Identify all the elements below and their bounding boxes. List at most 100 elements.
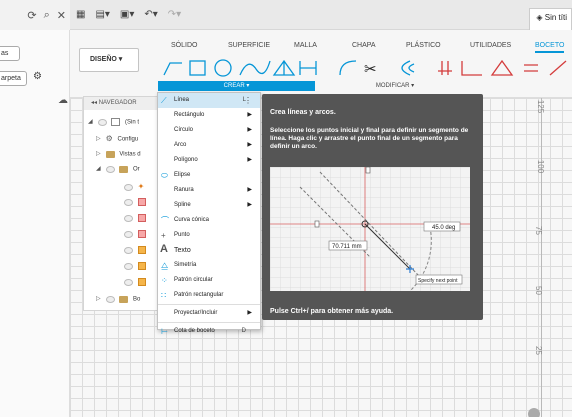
expand-triangle-icon[interactable]: ▷ [96,293,104,305]
origin-plane[interactable] [124,213,149,225]
menu-item-slot[interactable]: Ranura ▶ [158,183,260,198]
line-tool-icon[interactable] [163,62,182,76]
document-tab[interactable]: ◈ Sin títi [529,7,572,30]
menu-item-project-include[interactable]: Proyectar/Incluir ▶ [158,306,260,321]
more-options-icon[interactable]: ⋮ [244,93,252,108]
cloud-icon[interactable]: ☁ [58,95,68,106]
spline-tool-icon[interactable] [239,60,271,76]
origin-axis[interactable] [124,261,149,273]
menu-item-ellipse[interactable]: ⬭ Elipse [158,168,260,183]
menu-item-circular-pattern[interactable]: ⁘ Patrón circular [158,273,260,288]
expand-triangle-icon[interactable]: ▷ [96,148,104,160]
eye-icon[interactable] [124,198,133,206]
browser-item-views[interactable]: ▷ Vistas d [96,148,141,160]
menu-item-label: Texto [174,247,191,254]
menu-item-rectangular-pattern[interactable]: ∷ Patrón rectangular [158,288,260,303]
eye-icon[interactable] [124,278,133,286]
origin-plane[interactable] [124,197,149,209]
collapse-triangle-icon[interactable]: ◢ [88,116,96,128]
eye-icon[interactable] [124,183,133,191]
line-icon: ⟋ [161,96,167,105]
eye-icon[interactable] [97,118,107,126]
axis-icon [137,262,146,271]
application-bar: ▦ ▤▾ ▣▾ ↶▾ ↷▾ ◈ Sin títi [70,0,572,30]
menu-item-circle[interactable]: Círculo ▶ [158,123,260,138]
tab-utilities[interactable]: UTILIDADES [470,42,511,49]
origin-plane[interactable] [124,229,149,241]
menu-item-text[interactable]: A Texto [158,243,260,258]
submenu-arrow-icon: ▶ [247,187,252,193]
rectangular-pattern-icon: ∷ [161,291,167,300]
tab-sheet-metal[interactable]: CHAPA [352,42,376,49]
tab-plastic[interactable]: PLÁSTICO [406,42,441,49]
expand-triangle-icon[interactable]: ▷ [96,133,104,145]
menu-item-point[interactable]: + Punto [158,228,260,243]
browser-item-settings[interactable]: ▷ ⚙ Configu [96,133,138,145]
menu-item-line[interactable]: ⟋ Línea L ⋮ [158,93,260,108]
circle-tool-icon[interactable] [214,59,232,77]
menu-item-sketch-dimension[interactable]: ⊢ Cota de boceto D [158,324,260,339]
design-workspace-button[interactable]: DISEÑO ▾ [79,48,139,72]
folder-field[interactable]: arpeta [0,71,27,86]
browser-item-sketches[interactable]: ▷ Bo [96,293,140,305]
grid-menu-icon[interactable]: ▦ [76,9,85,20]
menu-item-label: Rectángulo [174,112,205,118]
mirror-icon: ⧋ [161,261,169,270]
redo-icon[interactable]: ↷▾ [168,9,181,20]
origin-axis[interactable] [124,245,149,257]
browser-root[interactable]: ◢ (Sin t [88,116,139,128]
dimension-icon: ⊢ [161,327,168,336]
collapse-triangle-icon[interactable]: ◢ [96,163,104,175]
refresh-icon[interactable]: ⟳ [27,9,36,22]
offset-tool-icon[interactable] [401,60,415,76]
triangle-tool-icon[interactable] [272,59,296,76]
constraint-parallel-icon[interactable] [438,61,452,75]
constraint-perpendicular-icon[interactable] [461,61,482,76]
eye-icon[interactable] [105,295,115,303]
constraint-tangent-icon[interactable] [490,59,514,76]
eye-icon[interactable] [124,214,133,222]
rectangle-tool-icon[interactable] [189,60,206,76]
file-menu-icon[interactable]: ▤▾ [95,9,109,20]
menu-item-label: Punto [174,232,190,238]
menu-item-mirror[interactable]: ⧋ Simetría [158,258,260,273]
eye-icon[interactable] [124,262,133,270]
gear-icon[interactable]: ⚙ [33,71,42,82]
document-title: Sin títi [544,12,567,22]
menu-item-conic[interactable]: ⌒ Curva cónica [158,213,260,228]
tab-solid[interactable]: SÓLIDO [171,42,197,49]
comment-icon[interactable] [528,408,540,417]
dimension-tool-icon[interactable] [299,61,317,75]
close-icon[interactable]: ✕ [57,9,66,22]
save-icon[interactable]: ▣▾ [120,9,134,20]
tab-sketch[interactable]: BOCETO [535,42,565,53]
trim-tool-icon[interactable]: ✂ [364,61,377,78]
constraint-parallel2-icon[interactable] [549,60,567,76]
search-icon[interactable]: ⌕ [44,9,50,22]
constraint-equal-icon[interactable] [524,64,538,72]
undo-icon[interactable]: ↶▾ [144,9,157,20]
menu-item-arc[interactable]: Arco ▶ [158,138,260,153]
panel-field[interactable]: as [0,46,20,61]
menu-item-rectangle[interactable]: Rectángulo ▶ [158,108,260,123]
vertical-axis [541,98,542,417]
menu-item-polygon[interactable]: Polígono ▶ [158,153,260,168]
origin-axis[interactable] [124,277,149,289]
tab-surface[interactable]: SUPERFICIE [228,42,270,49]
browser-item-origin[interactable]: ◢ Or [96,163,140,175]
menu-item-label: Simetría [174,262,197,268]
menu-item-label: Proyectar/Incluir [174,310,218,316]
eye-icon[interactable] [124,246,133,254]
point-icon: + [161,231,166,240]
plane-icon [137,230,146,239]
menu-item-label: Línea [174,97,190,103]
create-group-button[interactable]: CREAR ▾ [158,81,315,91]
fillet-tool-icon[interactable] [339,60,357,76]
eye-icon[interactable] [124,230,133,238]
menu-item-spline[interactable]: Spline ▶ [158,198,260,213]
data-panel: ⟳ ⌕ ✕ as arpeta ⚙ ☁ [0,0,70,417]
eye-icon[interactable] [105,165,115,173]
modify-group-button[interactable]: MODIFICAR ▾ [360,81,430,91]
origin-point[interactable]: ✦ [124,181,144,193]
tab-mesh[interactable]: MALLA [294,42,317,49]
